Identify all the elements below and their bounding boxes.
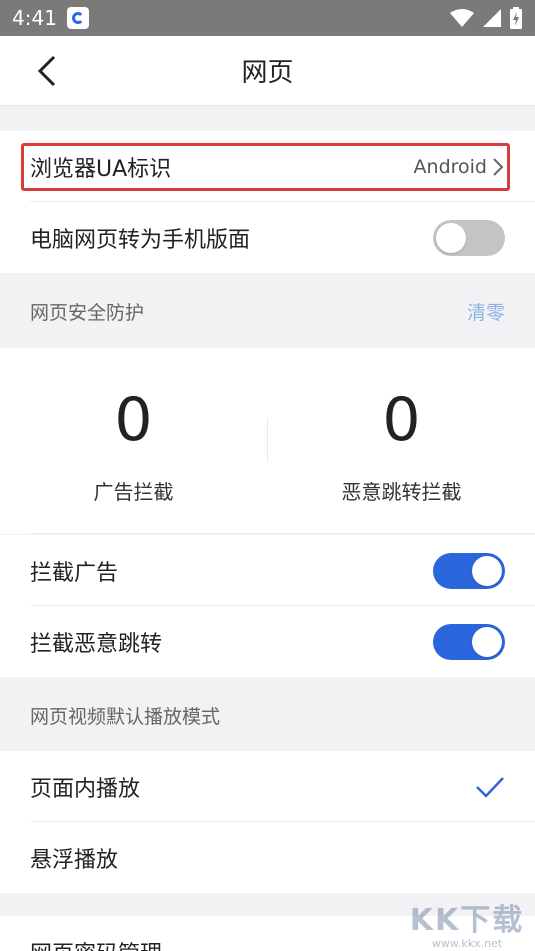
chevron-right-icon — [493, 157, 504, 176]
ad-block-label: 广告拦截 — [93, 480, 174, 504]
redirect-block-stat: 0 恶意跳转拦截 — [268, 348, 535, 534]
password-manage-label: 网页密码管理 — [30, 936, 162, 951]
status-icons — [449, 7, 523, 29]
video-section-header: 网页视频默认播放模式 — [0, 678, 535, 752]
wifi-icon — [450, 9, 474, 27]
page-title: 网页 — [241, 58, 294, 88]
block-settings-section: 拦截广告 拦截恶意跳转 — [0, 535, 535, 677]
video-header-label: 网页视频默认播放模式 — [30, 705, 221, 728]
signal-icon — [483, 9, 501, 27]
ua-setting-row[interactable]: 浏览器UA标识 Android — [0, 131, 535, 202]
block-ads-toggle[interactable] — [433, 552, 505, 589]
browser-app-icon — [66, 7, 89, 29]
battery-icon — [510, 7, 522, 29]
ad-block-count: 0 — [114, 385, 153, 455]
browser-settings-section: 浏览器UA标识 Android 电脑网页转为手机版面 — [0, 131, 535, 273]
clear-stats-link[interactable]: 清零 — [467, 298, 505, 325]
security-stats: 0 广告拦截 0 恶意跳转拦截 — [0, 348, 535, 534]
security-section-header: 网页安全防护 清零 — [0, 274, 535, 348]
redirect-block-count: 0 — [382, 385, 421, 455]
ua-setting-label: 浏览器UA标识 — [30, 156, 172, 182]
floating-play-option[interactable]: 悬浮播放 — [0, 822, 535, 893]
ad-block-stat: 0 广告拦截 — [0, 348, 267, 534]
block-redirect-toggle[interactable] — [433, 623, 505, 660]
inline-play-option[interactable]: 页面内播放 — [0, 751, 535, 822]
inline-play-label: 页面内播放 — [30, 776, 141, 802]
watermark-main: KK下载 — [409, 903, 525, 938]
site-watermark: KK下载 www.kkx.net — [407, 895, 527, 951]
back-arrow-icon[interactable] — [30, 54, 64, 88]
floating-play-label: 悬浮播放 — [30, 847, 119, 873]
video-options-section: 页面内播放 悬浮播放 — [0, 751, 535, 893]
pc-to-mobile-row: 电脑网页转为手机版面 — [0, 202, 535, 273]
ua-setting-value: Android — [413, 155, 487, 178]
block-ads-row: 拦截广告 — [0, 535, 535, 606]
pc-to-mobile-toggle[interactable] — [433, 219, 505, 256]
pc-to-mobile-label: 电脑网页转为手机版面 — [30, 227, 251, 253]
redirect-block-label: 恶意跳转拦截 — [341, 480, 462, 504]
security-header-label: 网页安全防护 — [30, 301, 145, 324]
block-ads-label: 拦截广告 — [30, 560, 119, 586]
block-redirect-row: 拦截恶意跳转 — [0, 606, 535, 677]
checkmark-icon — [476, 776, 504, 798]
status-bar: 4:41 — [0, 0, 535, 36]
nav-bar: 网页 — [0, 36, 535, 106]
block-redirect-label: 拦截恶意跳转 — [30, 631, 163, 657]
status-time: 4:41 — [12, 6, 57, 30]
